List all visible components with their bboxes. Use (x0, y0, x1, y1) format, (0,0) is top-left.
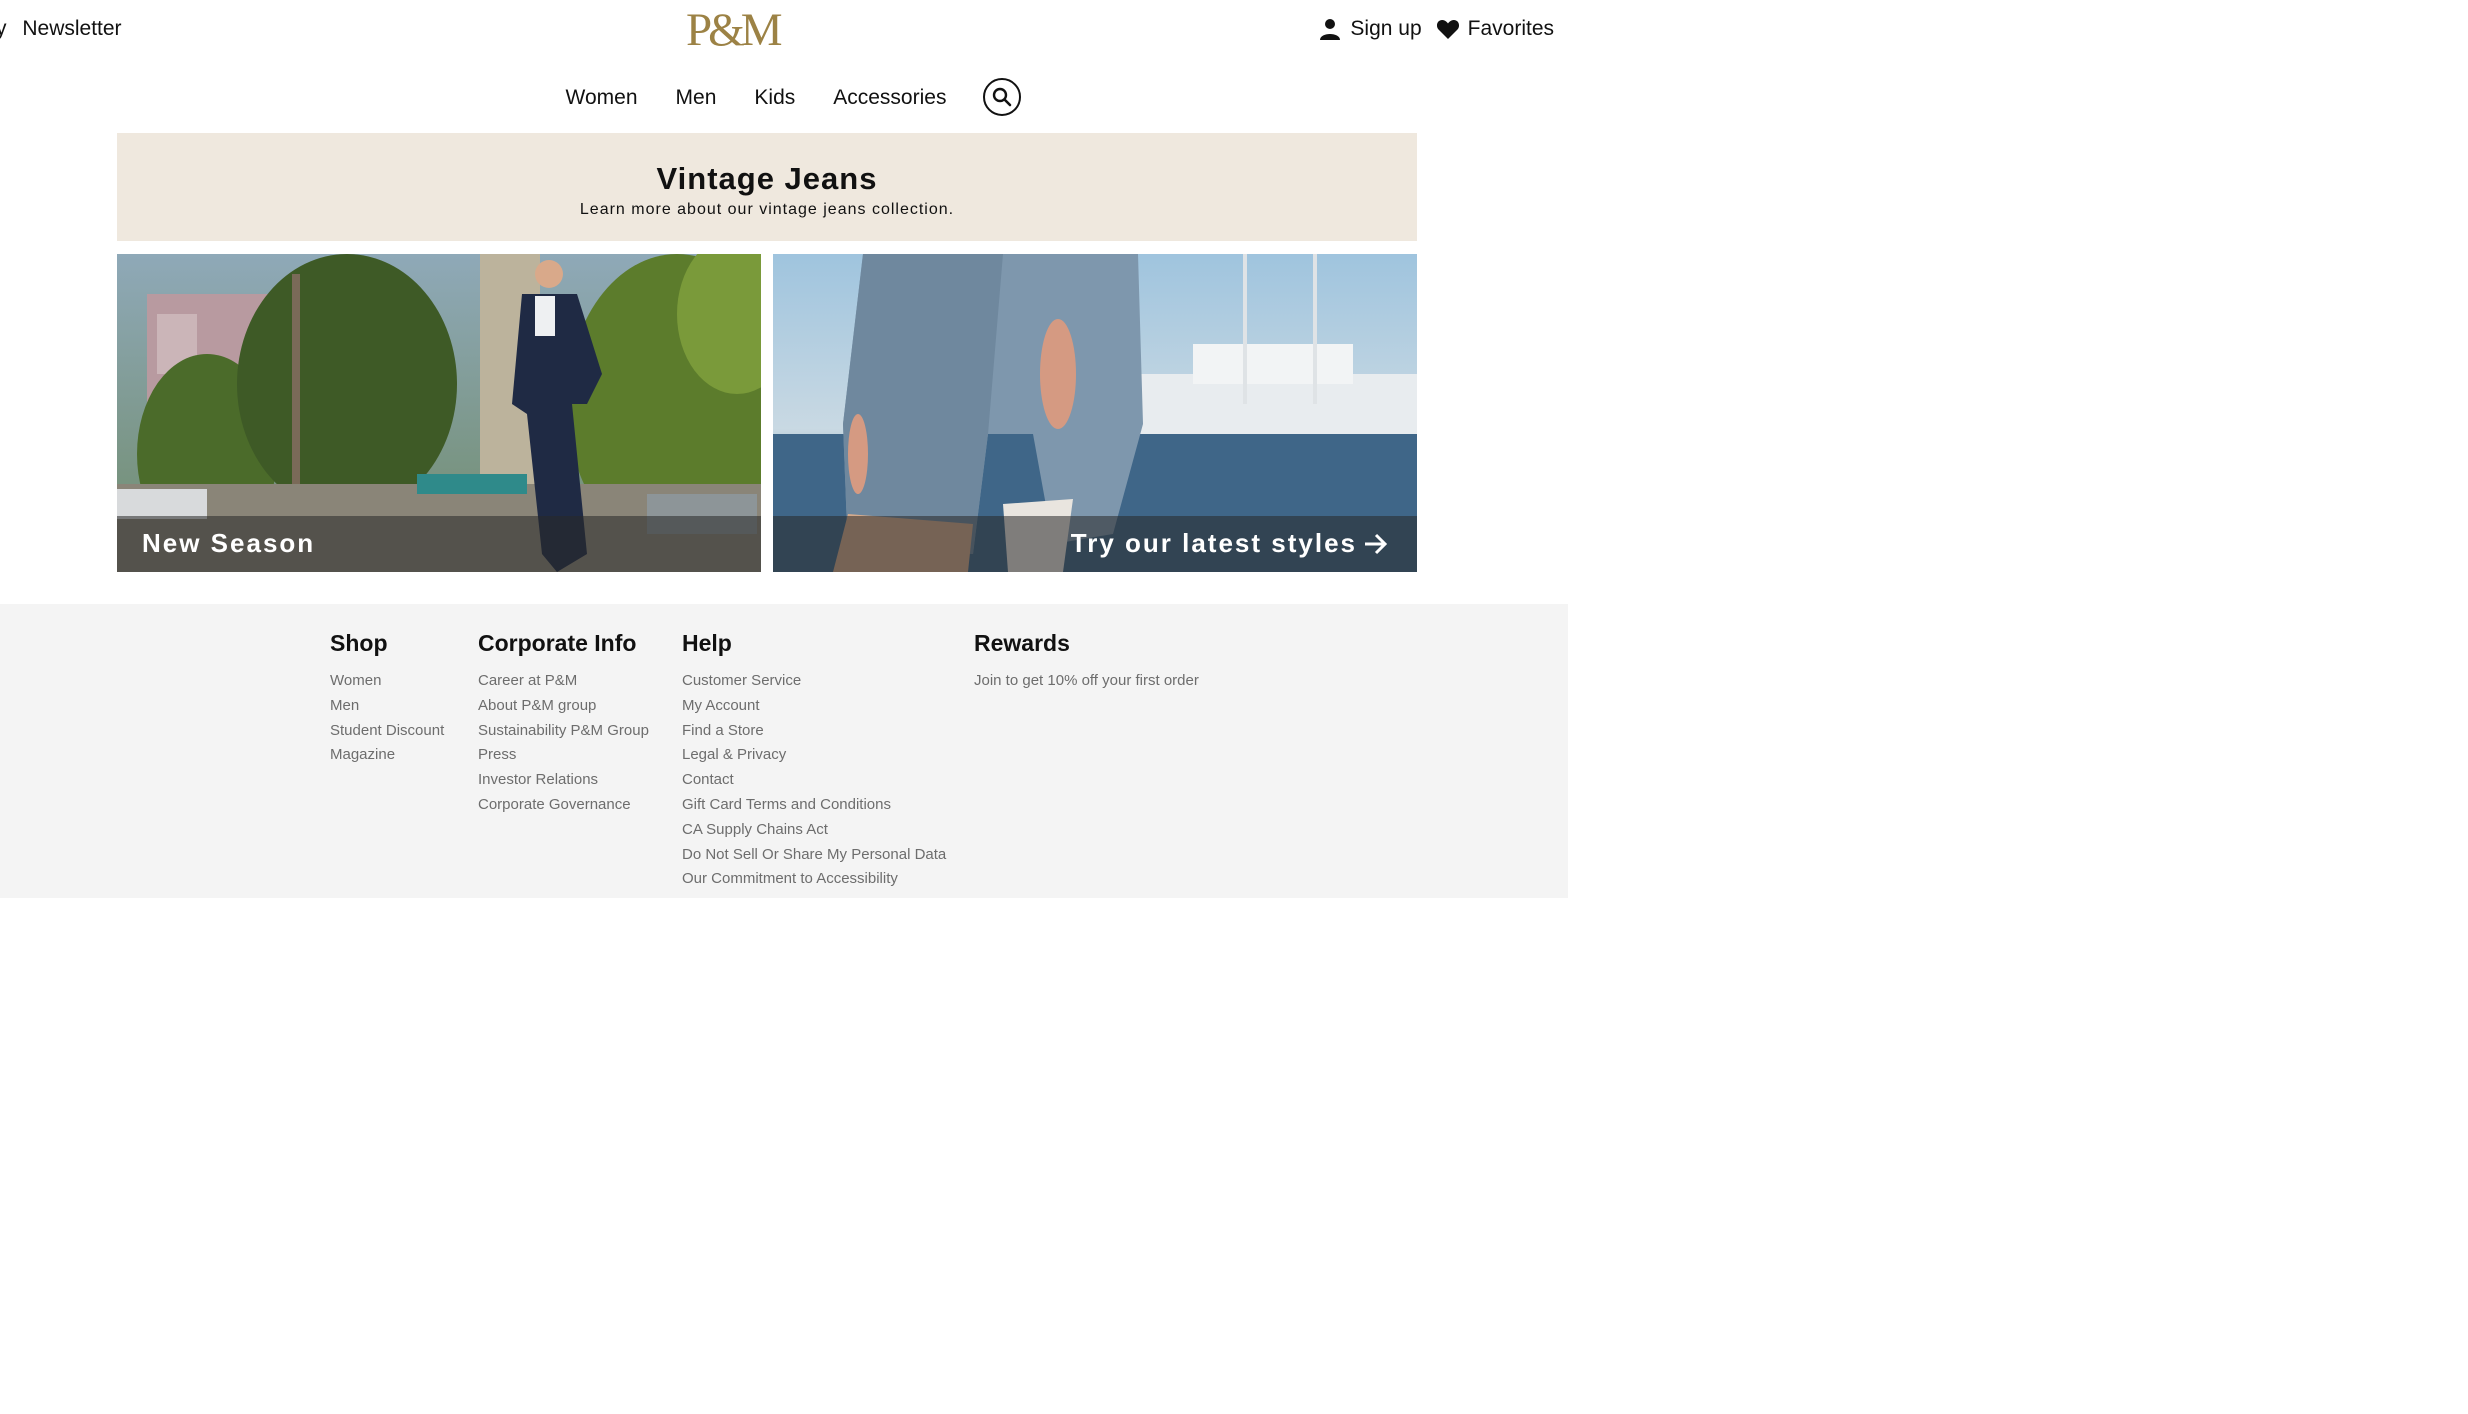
search-icon (993, 87, 1012, 107)
banner-title: Vintage Jeans (656, 161, 878, 196)
footer-link[interactable]: Sustainability P&M Group (478, 719, 649, 744)
arrow-right-icon (1365, 533, 1388, 554)
nav-kids[interactable]: Kids (754, 86, 795, 110)
heart-icon (1436, 20, 1459, 39)
footer-rewards-title: Rewards (974, 630, 1070, 656)
footer-link[interactable]: Corporate Governance (478, 793, 649, 818)
footer-rewards-column: Rewards Join to get 10% off your first o… (974, 630, 1199, 694)
favorites-label: Favorites (1467, 17, 1554, 40)
footer-link[interactable]: Find a Store (682, 719, 946, 744)
footer-corporate-column: Corporate Info Career at P&M About P&M g… (478, 630, 649, 818)
footer-link[interactable]: Press (478, 743, 649, 768)
footer-link[interactable]: Our Commitment to Accessibility (682, 867, 946, 892)
sign-up-link[interactable]: Sign up (1318, 17, 1422, 41)
footer-link[interactable]: Legal & Privacy (682, 743, 946, 768)
footer-help-title: Help (682, 630, 732, 656)
footer-corporate-title: Corporate Info (478, 630, 637, 656)
rewards-text[interactable]: Join to get 10% off your first order (974, 669, 1199, 694)
user-icon (1320, 19, 1341, 40)
favorites-link[interactable]: Favorites (1436, 17, 1554, 41)
footer-link[interactable]: Gift Card Terms and Conditions (682, 793, 946, 818)
search-button[interactable] (983, 78, 1022, 116)
main-navigation: Women Men Kids Accessories (0, 78, 1568, 116)
footer-link[interactable]: CA Supply Chains Act (682, 818, 946, 843)
footer-link[interactable]: My Account (682, 694, 946, 719)
footer-link[interactable]: Magazine (330, 743, 444, 768)
latest-styles-label: Try our latest styles (1070, 528, 1357, 558)
latest-styles-caption: Try our latest styles (1071, 528, 1389, 559)
site-footer: Shop Women Men Student Discount Magazine… (0, 604, 1568, 898)
newsletter-link[interactable]: Newsletter (22, 17, 121, 40)
account-links: Sign up Favorites (1304, 17, 1554, 41)
nav-men[interactable]: Men (676, 86, 717, 110)
footer-help-column: Help Customer Service My Account Find a … (682, 630, 946, 892)
brand-logo[interactable]: P&M (686, 4, 783, 56)
new-season-tile[interactable]: New Season (117, 254, 761, 572)
new-season-caption: New Season (142, 528, 316, 558)
footer-link[interactable]: About P&M group (478, 694, 649, 719)
footer-link[interactable]: Career at P&M (478, 669, 649, 694)
footer-shop-column: Shop Women Men Student Discount Magazine (330, 630, 444, 768)
footer-link[interactable]: Men (330, 694, 444, 719)
footer-link[interactable]: Do Not Sell Or Share My Personal Data (682, 843, 946, 868)
nav-women[interactable]: Women (566, 86, 638, 110)
footer-link[interactable]: Women (330, 669, 444, 694)
top-left-links: y Newsletter (0, 17, 132, 41)
footer-link[interactable]: Investor Relations (478, 768, 649, 793)
latest-styles-tile[interactable]: Try our latest styles (773, 254, 1417, 572)
partial-link[interactable]: y (0, 17, 7, 40)
nav-accessories[interactable]: Accessories (833, 86, 946, 110)
promo-banner[interactable]: Vintage Jeans Learn more about our vinta… (117, 133, 1417, 241)
footer-shop-title: Shop (330, 630, 388, 656)
sign-up-label: Sign up (1350, 17, 1422, 40)
footer-link[interactable]: Customer Service (682, 669, 946, 694)
footer-link[interactable]: Contact (682, 768, 946, 793)
banner-subtitle: Learn more about our vintage jeans colle… (579, 201, 955, 218)
footer-link[interactable]: Student Discount (330, 719, 444, 744)
